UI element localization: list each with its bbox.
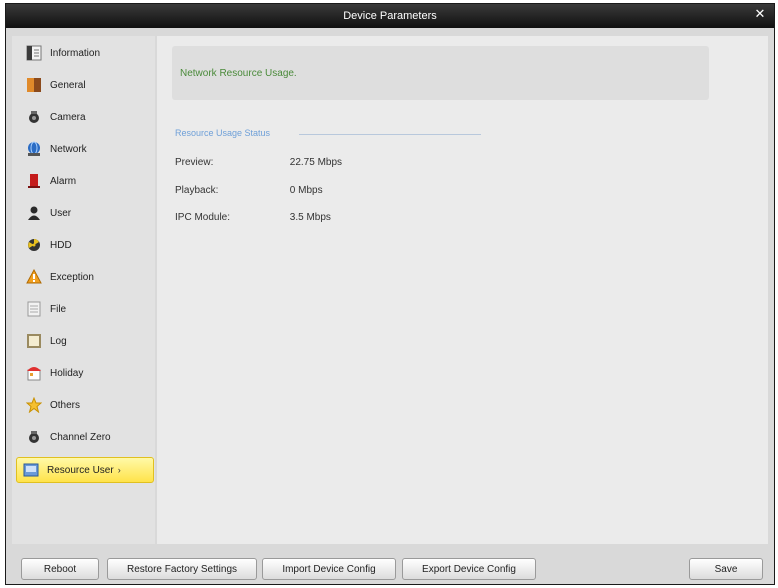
sidebar-item-label: Others <box>50 399 81 411</box>
status-value: 22.75 Mbps <box>289 157 343 168</box>
sidebar-item-label: Network <box>50 143 87 155</box>
sidebar-item-camera[interactable]: Camera <box>20 104 152 130</box>
info-icon <box>24 43 44 63</box>
sidebar-item-label: User <box>50 207 72 219</box>
sidebar-item-resource-user[interactable]: Resource User › <box>16 457 154 483</box>
window-title: Device Parameters <box>343 10 437 22</box>
footer-toolbar: Reboot Restore Factory Settings Import D… <box>6 552 774 586</box>
status-row-preview: Preview: 22.75 Mbps <box>175 157 342 168</box>
sidebar-item-file[interactable]: File <box>20 296 152 322</box>
sidebar-item-others[interactable]: Others <box>20 392 152 418</box>
network-icon <box>24 139 44 159</box>
sidebar-item-user[interactable]: User <box>20 200 152 226</box>
section-divider <box>299 134 481 135</box>
sidebar-item-general[interactable]: General <box>20 72 152 98</box>
user-icon <box>24 203 44 223</box>
sidebar-item-label: Holiday <box>50 367 84 379</box>
page-header: Network Resource Usage. <box>172 46 709 100</box>
alarm-icon <box>24 171 44 191</box>
sidebar-item-channel-zero[interactable]: Channel Zero <box>20 424 152 450</box>
sidebar-item-information[interactable]: Information <box>20 40 152 66</box>
sidebar-item-label: Exception <box>50 271 94 283</box>
sidebar-item-label: Camera <box>50 111 86 123</box>
sidebar-item-label: Log <box>50 335 67 347</box>
sidebar-item-label: Resource User <box>47 464 114 476</box>
sidebar-item-network[interactable]: Network <box>20 136 152 162</box>
status-row-playback: Playback: 0 Mbps <box>175 185 323 196</box>
sidebar-item-label: Information <box>50 47 101 59</box>
status-label: IPC Module: <box>175 212 231 223</box>
general-icon <box>24 75 44 95</box>
title-bar: Device Parameters ✕ <box>6 4 774 28</box>
camera-icon <box>24 107 44 127</box>
exception-icon <box>24 267 44 287</box>
holiday-icon <box>24 363 44 383</box>
log-icon <box>24 331 44 351</box>
status-value: 0 Mbps <box>289 185 323 196</box>
sidebar-item-label: General <box>50 79 86 91</box>
sidebar-item-log[interactable]: Log <box>20 328 152 354</box>
status-label: Preview: <box>175 157 214 168</box>
status-value: 3.5 Mbps <box>289 212 331 223</box>
section-title: Resource Usage Status <box>175 128 271 138</box>
save-button[interactable]: Save <box>689 558 763 580</box>
sidebar-item-label: Channel Zero <box>50 431 111 443</box>
sidebar-item-label: HDD <box>50 239 72 251</box>
sidebar-item-holiday[interactable]: Holiday <box>20 360 152 386</box>
page-title: Network Resource Usage. <box>180 67 297 79</box>
import-device-config-button[interactable]: Import Device Config <box>262 558 396 580</box>
sidebar: Information General Camera Network Alarm <box>12 36 155 544</box>
sidebar-item-hdd[interactable]: HDD <box>20 232 152 258</box>
hdd-icon <box>24 235 44 255</box>
resource-icon <box>21 460 41 480</box>
export-device-config-button[interactable]: Export Device Config <box>402 558 536 580</box>
file-icon <box>24 299 44 319</box>
sidebar-item-exception[interactable]: Exception <box>20 264 152 290</box>
device-parameters-window: Device Parameters ✕ Information General … <box>5 3 775 585</box>
channel-zero-icon <box>24 427 44 447</box>
status-row-ipc-module: IPC Module: 3.5 Mbps <box>175 212 331 223</box>
chevron-right-icon: › <box>117 465 121 475</box>
sidebar-item-label: Alarm <box>50 175 77 187</box>
close-icon[interactable]: ✕ <box>752 7 768 23</box>
content-panel: Network Resource Usage. Resource Usage S… <box>157 36 768 544</box>
restore-factory-settings-button[interactable]: Restore Factory Settings <box>107 558 257 580</box>
sidebar-item-label: File <box>50 303 67 315</box>
reboot-button[interactable]: Reboot <box>21 558 99 580</box>
sidebar-item-alarm[interactable]: Alarm <box>20 168 152 194</box>
status-label: Playback: <box>175 185 219 196</box>
others-icon <box>24 395 44 415</box>
